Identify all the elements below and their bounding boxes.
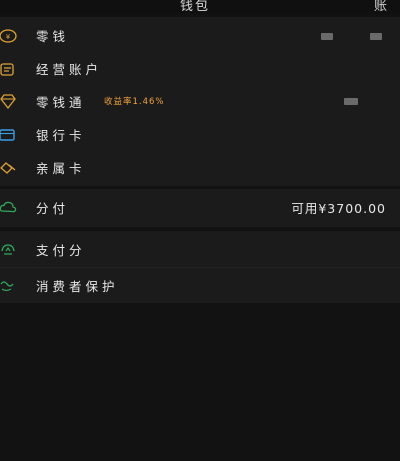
payment-score-icon xyxy=(0,241,18,259)
wallet-card-credit: 分付 可用¥3700.00 xyxy=(0,189,400,227)
list-item-change[interactable]: ¥ 零钱 xyxy=(0,19,400,52)
list-item-bank-card[interactable]: 银行卡 xyxy=(0,118,400,151)
masked-balance xyxy=(370,33,382,40)
list-item-family-card[interactable]: 亲属卡 xyxy=(0,151,400,184)
bottom-footer-fade xyxy=(130,452,280,461)
bank-card-icon xyxy=(0,126,18,144)
top-bar: 钱包 账 xyxy=(0,0,400,14)
available-credit: 可用¥3700.00 xyxy=(291,201,386,216)
list-item-label: 经营账户 xyxy=(36,62,103,77)
list-item-label: 分付 xyxy=(36,201,70,216)
page-title: 钱包 xyxy=(180,0,211,14)
masked-balance xyxy=(344,98,358,105)
list-item-label: 支付分 xyxy=(36,243,86,258)
svg-text:¥: ¥ xyxy=(6,33,11,41)
credit-cloud-icon xyxy=(0,199,18,217)
list-item-label: 亲属卡 xyxy=(36,161,86,176)
yield-badge: 收益率1.46% xyxy=(104,97,165,107)
list-item-business-account[interactable]: 经营账户 xyxy=(0,52,400,85)
bill-link[interactable]: 账 xyxy=(374,0,389,14)
list-item-change-plus[interactable]: 零钱通 收益率1.46% xyxy=(0,85,400,118)
wallet-card-main: ¥ 零钱 经营账户 零钱通 收益率1.46% 银行卡 亲属卡 xyxy=(0,17,400,186)
list-item-payment-score[interactable]: 支付分 xyxy=(0,233,400,266)
diamond-icon xyxy=(0,93,18,111)
list-item-label: 银行卡 xyxy=(36,128,86,143)
list-item-label: 零钱通 xyxy=(36,95,86,110)
list-item-consumer-protection[interactable]: 消费者保护 xyxy=(0,269,400,302)
family-card-icon xyxy=(0,159,18,177)
list-item-label: 零钱 xyxy=(36,29,70,44)
wallet-card-services: 支付分 消费者保护 xyxy=(0,231,400,303)
list-item-label: 消费者保护 xyxy=(36,279,119,294)
yen-coin-icon: ¥ xyxy=(0,27,18,45)
business-account-icon xyxy=(0,60,18,78)
list-item-fenfu[interactable]: 分付 可用¥3700.00 xyxy=(0,191,400,224)
divider xyxy=(0,267,400,268)
consumer-protection-icon xyxy=(0,277,18,295)
masked-balance xyxy=(321,33,333,40)
